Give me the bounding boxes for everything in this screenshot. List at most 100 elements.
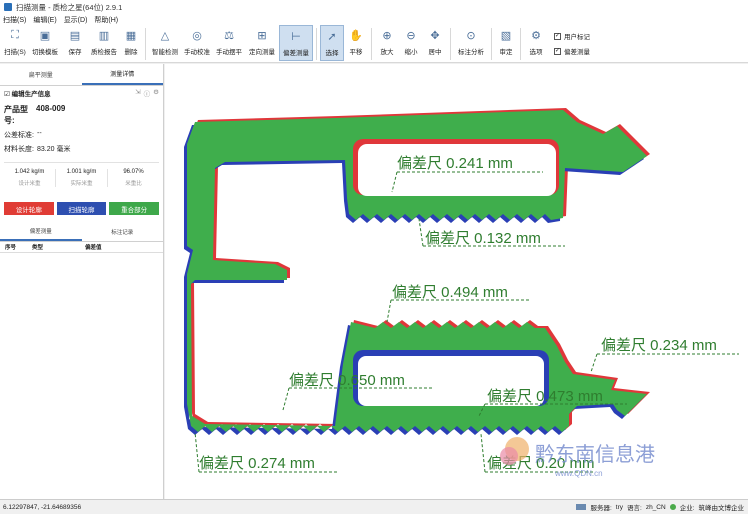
deviation-label: 偏差尺 0.274 mm	[199, 455, 315, 472]
cursor-coords: 6.12297847, -21.64689356	[3, 503, 82, 511]
deviation-measure-checkbox[interactable]: ✓ 偏差测量	[554, 46, 590, 56]
scan-button[interactable]: ⛶ 扫描(S)	[2, 25, 28, 61]
col-type[interactable]: 类型	[32, 243, 85, 251]
std-label: 公差标准:	[4, 132, 34, 139]
length-row: 材料长度: 83.20 毫米	[4, 144, 163, 154]
annotate-icon: ⊙	[466, 29, 476, 42]
server-value: try	[615, 503, 623, 511]
options-button[interactable]: ⚙ 选项	[524, 25, 548, 61]
save-icon: ▤	[69, 29, 81, 42]
annotate-analysis-button[interactable]: ⊙ 标注分析	[454, 25, 488, 61]
menu-bar: 扫描(S) 编辑(E) 显示(D) 帮助(H)	[0, 14, 748, 25]
scan-contour-button[interactable]: 扫描轮廓	[56, 202, 107, 215]
cursor-icon: ➚	[327, 30, 337, 43]
select-button[interactable]: ➚ 选择	[320, 25, 344, 61]
approve-button[interactable]: ▧ 审定	[495, 25, 517, 61]
delete-icon: ▦	[125, 29, 137, 42]
col-index[interactable]: 序号	[5, 243, 32, 251]
std-value: --	[37, 130, 42, 137]
zoom-out-button[interactable]: ⊖ 缩小	[399, 25, 423, 61]
svg-text:www.QDN.cn: www.QDN.cn	[554, 469, 603, 478]
menu-edit[interactable]: 编辑(E)	[33, 15, 56, 25]
deviation-measure-button[interactable]: ⊢ 偏差测量	[279, 25, 313, 61]
menu-help[interactable]: 帮助(H)	[94, 15, 118, 25]
zoom-out-icon: ⊖	[406, 29, 416, 42]
zoom-in-icon: ⊕	[382, 29, 392, 42]
save-button[interactable]: ▤ 保存	[62, 25, 88, 61]
report-icon: ▥	[98, 29, 110, 42]
product-row: 产品型号: 408-009	[4, 104, 163, 126]
settings-icon[interactable]: ⚙	[153, 88, 159, 98]
smart-detect-icon: △	[160, 29, 170, 42]
tab-measure-detail[interactable]: 测量详情	[81, 64, 163, 85]
pan-button[interactable]: ✋ 平移	[344, 25, 368, 61]
deviation-label: 偏差尺 0.132 mm	[425, 230, 541, 247]
deviation-label: 偏差尺 0.650 mm	[289, 372, 405, 389]
deviation-label: 偏差尺 0.241 mm	[397, 155, 513, 172]
info-icon[interactable]: ⓘ	[144, 88, 151, 98]
company-label: 企业:	[679, 505, 695, 512]
overlap-button[interactable]: 重合部分	[109, 202, 160, 215]
options-icon: ⚙	[531, 29, 541, 42]
approve-icon: ▧	[500, 29, 512, 42]
weight-ratio: 96.07% 米重比	[123, 169, 144, 187]
report-button[interactable]: ▥ 质检报告	[88, 25, 120, 61]
design-contour-button[interactable]: 设计轮廓	[4, 202, 54, 215]
menu-scan[interactable]: 扫描(S)	[3, 15, 26, 25]
deviation-label: 偏差尺 0.473 mm	[487, 388, 603, 405]
length-value: 83.20 毫米	[37, 146, 71, 153]
scan-icon: ⛶	[11, 28, 19, 41]
display-checks: ✓ 用户标记 ✓ 偏差测量	[554, 25, 590, 61]
switch-template-button[interactable]: ▣ 切换模板	[28, 25, 62, 61]
delete-button[interactable]: ▦ 删除	[120, 25, 142, 61]
directional-measure-button[interactable]: ⊞ 定向测量	[245, 25, 279, 61]
profile-drawing: 偏差尺 0.241 mm 偏差尺 0.132 mm 偏差尺 0.494 mm 偏…	[184, 108, 739, 478]
template-icon: ▣	[39, 29, 51, 42]
weight-stats: 1.042 kg/m 设计米重 1.001 kg/m 实际米重 96.07% 米重比	[4, 162, 159, 187]
calibrate-icon: ◎	[192, 29, 202, 42]
product-label: 产品型号:	[4, 105, 28, 125]
toolbar-divider	[450, 28, 451, 60]
app-icon	[4, 3, 12, 11]
manual-calibrate-button[interactable]: ◎ 手动校准	[181, 25, 213, 61]
design-weight: 1.042 kg/m 设计米重	[4, 169, 56, 187]
toolbar: ⛶ 扫描(S) ▣ 切换模板 ▤ 保存 ▥ 质检报告 ▦ 删除 △ 智能检测 ◎ 手动校准 ⚖…	[0, 25, 748, 63]
product-value: 408-009	[36, 104, 66, 113]
left-tabs: 扁平测量 测量详情	[0, 64, 163, 86]
checkbox-icon: ✓	[554, 47, 561, 55]
level-icon: ⚖	[224, 29, 234, 42]
left-panel: 扁平测量 测量详情 ☑ 编辑生产信息 ⇲ ⓘ ⚙ 产品型号: 408-009 公差标…	[0, 64, 164, 499]
deviation-icon: ⊢	[291, 30, 301, 43]
record-tabs: 偏差测量 标注记录	[0, 222, 163, 242]
tab-flat-measure[interactable]: 扁平测量	[0, 64, 82, 85]
menu-display[interactable]: 显示(D)	[64, 15, 88, 25]
col-deviation[interactable]: 偏差值	[85, 243, 102, 251]
user-mark-checkbox[interactable]: ✓ 用户标记	[554, 31, 590, 41]
company-value: 筑峰由文博企业	[698, 505, 745, 512]
smart-detect-button[interactable]: △ 智能检测	[149, 25, 181, 61]
std-row: 公差标准: --	[4, 130, 163, 140]
toolbar-divider	[316, 28, 317, 60]
center-button[interactable]: ✥ 居中	[423, 25, 447, 61]
edit-icon: ☑	[4, 91, 12, 98]
window-title: 扫描测量 - 质检之星(64位) 2.9.1	[16, 2, 123, 12]
info-title[interactable]: ☑ 编辑生产信息	[4, 88, 51, 98]
zoom-in-button[interactable]: ⊕ 放大	[375, 25, 399, 61]
export-icon[interactable]: ⇲	[135, 88, 140, 98]
deviation-label: 偏差尺 0.234 mm	[601, 337, 717, 354]
tab-deviation-measure[interactable]: 偏差测量	[0, 222, 82, 241]
measurement-canvas[interactable]: 偏差尺 0.241 mm 偏差尺 0.132 mm 偏差尺 0.494 mm 偏…	[165, 64, 748, 499]
svg-text:黔东南信息港: 黔东南信息港	[535, 443, 655, 466]
info-header: ☑ 编辑生产信息 ⇲ ⓘ ⚙	[0, 86, 163, 100]
table-header: 序号 类型 偏差值	[0, 242, 163, 253]
contour-buttons: 设计轮廓 扫描轮廓 重合部分	[4, 202, 160, 215]
toolbar-divider	[491, 28, 492, 60]
checkbox-icon: ✓	[554, 32, 561, 40]
language-label: 语言:	[627, 505, 642, 512]
tab-annotation-record[interactable]: 标注记录	[82, 222, 164, 241]
manual-level-button[interactable]: ⚖ 手动摆平	[213, 25, 245, 61]
status-dot-icon	[669, 504, 676, 510]
measure-icon: ⊞	[257, 29, 267, 42]
actual-weight: 1.001 kg/m 实际米重	[56, 169, 108, 187]
language-value: zh_CN	[645, 503, 666, 511]
